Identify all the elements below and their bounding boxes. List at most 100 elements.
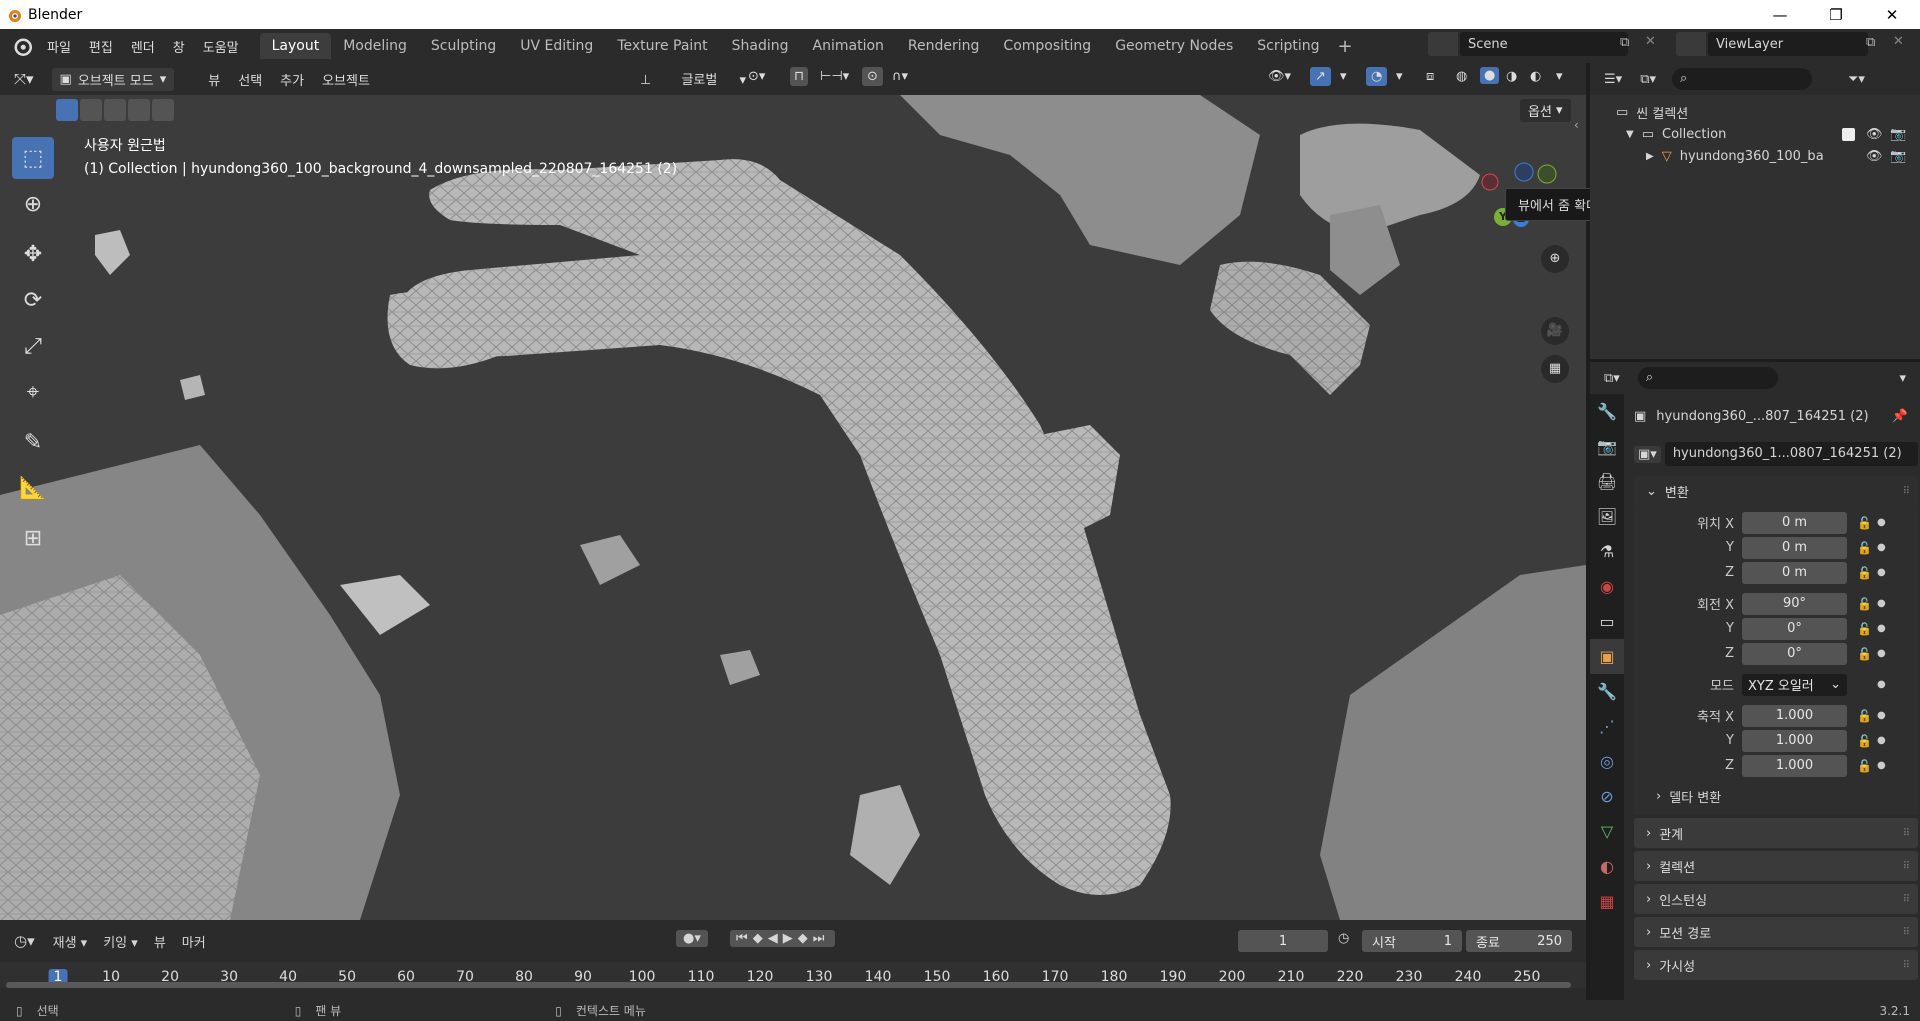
viewlayer-selector[interactable]: ViewLayer bbox=[1708, 32, 1868, 56]
editor-type-icon[interactable]: ⤧▾ bbox=[14, 70, 34, 88]
zoom-icon[interactable]: ⊕ bbox=[1541, 245, 1569, 273]
lock-icon[interactable]: 🔓 bbox=[1857, 516, 1877, 530]
object-tab-icon[interactable]: ▣ bbox=[1590, 639, 1624, 674]
properties-options-icon[interactable]: ▾ bbox=[1899, 371, 1906, 386]
shading-dropdown-icon[interactable]: ▾ bbox=[1556, 69, 1563, 84]
scale-z-field[interactable]: 1.000 bbox=[1742, 754, 1847, 777]
object-name-field[interactable]: hyundong360_1...0807_164251 (2) bbox=[1664, 442, 1918, 466]
scale-x-field[interactable]: 1.000 bbox=[1742, 704, 1847, 727]
lock-icon[interactable]: 🔓 bbox=[1857, 759, 1877, 773]
pivot-icon[interactable]: ⊙▾ bbox=[748, 69, 765, 84]
scene-selector[interactable]: Scene bbox=[1460, 32, 1628, 56]
constraints-tab-icon[interactable]: ⊘ bbox=[1590, 779, 1624, 814]
panel-header-3[interactable]: › 모션 경로 ⠿ bbox=[1634, 917, 1918, 947]
filter-icon[interactable]: ⏷▾ bbox=[1848, 72, 1865, 87]
keyframe-dot-icon[interactable]: ● bbox=[1877, 735, 1887, 746]
select-extend-icon[interactable] bbox=[80, 99, 102, 121]
render-tab-icon[interactable]: 📷 bbox=[1590, 429, 1624, 464]
shading-wireframe-icon[interactable]: ◍ bbox=[1456, 69, 1467, 84]
collection-label[interactable]: Collection bbox=[1662, 127, 1726, 142]
new-scene-icon[interactable]: ⧉ bbox=[1620, 35, 1629, 50]
start-frame-field[interactable]: 시작 1 bbox=[1362, 930, 1462, 952]
clock-icon[interactable]: ◷ bbox=[1338, 931, 1349, 946]
transform-tool-icon[interactable]: ⌖ bbox=[12, 371, 54, 413]
location-y-field[interactable]: 0 m bbox=[1742, 536, 1847, 559]
restore-button[interactable]: ❐ bbox=[1808, 0, 1864, 29]
object-render-icon[interactable]: 📷 bbox=[1890, 149, 1906, 164]
scene-collection-label[interactable]: 씬 컬렉션 bbox=[1636, 103, 1688, 122]
move-tool-icon[interactable]: ✥ bbox=[12, 233, 54, 275]
lock-icon[interactable]: 🔓 bbox=[1857, 622, 1877, 636]
menu-item-0[interactable]: 파일 bbox=[38, 37, 80, 56]
select-subtract-icon[interactable] bbox=[104, 99, 126, 121]
overlay-toggle-icon[interactable]: ◔ bbox=[1366, 67, 1388, 86]
camera-view-icon[interactable]: 🎥 bbox=[1541, 317, 1569, 345]
keyframe-dot-icon[interactable]: ● bbox=[1877, 710, 1887, 721]
add-cube-tool-icon[interactable]: ⊞ bbox=[12, 517, 54, 559]
scale-tool-icon[interactable]: ⤢ bbox=[12, 325, 54, 367]
gizmo-dropdown-icon[interactable]: ▾ bbox=[1340, 69, 1347, 84]
view-menu[interactable]: 뷰 bbox=[208, 70, 220, 89]
workspace-tab-geometry-nodes[interactable]: Geometry Nodes bbox=[1103, 33, 1245, 59]
modifier-tab-icon[interactable]: 🔧 bbox=[1590, 674, 1624, 709]
new-viewlayer-icon[interactable]: ⧉ bbox=[1866, 35, 1875, 50]
menu-item-4[interactable]: 도움말 bbox=[194, 37, 248, 56]
end-frame-field[interactable]: 종료 250 bbox=[1466, 930, 1572, 952]
workspace-tab-uv-editing[interactable]: UV Editing bbox=[508, 33, 605, 59]
panel-header-4[interactable]: › 가시성 ⠿ bbox=[1634, 950, 1918, 980]
physics-tab-icon[interactable]: ◎ bbox=[1590, 744, 1624, 779]
annotate-tool-icon[interactable]: ✎ bbox=[12, 421, 54, 463]
object-browse-icon[interactable]: ▣▾ bbox=[1634, 445, 1661, 463]
next-keyframe-icon[interactable]: ◆ bbox=[798, 931, 813, 946]
workspace-tab-modeling[interactable]: Modeling bbox=[331, 33, 419, 59]
visibility-icon[interactable]: 👁▾ bbox=[1268, 69, 1291, 84]
world-tab-icon[interactable]: ◉ bbox=[1590, 569, 1624, 604]
keyframe-dot-icon[interactable]: ● bbox=[1877, 623, 1887, 634]
menu-item-1[interactable]: 편집 bbox=[80, 37, 122, 56]
rotate-tool-icon[interactable]: ⟳ bbox=[12, 279, 54, 321]
workspace-tab-texture-paint[interactable]: Texture Paint bbox=[605, 33, 719, 59]
transform-panel-header[interactable]: ⌄ 변환 ⠿ bbox=[1634, 476, 1918, 506]
3d-viewport[interactable]: 사용자 원근법 (1) Collection | hyundong360_100… bbox=[0, 95, 1586, 920]
shading-solid-icon[interactable]: ● bbox=[1480, 67, 1500, 84]
playback-menu[interactable]: 재생 ▾ bbox=[53, 932, 88, 951]
timeline-editor-icon[interactable]: ◷▾ bbox=[14, 932, 35, 950]
menu-item-2[interactable]: 렌더 bbox=[122, 37, 164, 56]
scale-y-field[interactable]: 1.000 bbox=[1742, 729, 1847, 752]
play-reverse-icon[interactable]: ◀ bbox=[768, 931, 783, 946]
snap-target-icon[interactable]: ⊢⊣▾ bbox=[820, 69, 849, 84]
rotation-z-field[interactable]: 0° bbox=[1742, 642, 1847, 665]
measure-tool-icon[interactable]: 📐 bbox=[12, 467, 54, 509]
add-workspace-button[interactable]: + bbox=[1338, 36, 1353, 57]
menu-item-3[interactable]: 창 bbox=[164, 37, 194, 56]
keyframe-dot-icon[interactable]: ● bbox=[1877, 517, 1887, 528]
jump-start-icon[interactable]: ⏮ bbox=[736, 931, 753, 946]
tool-tab-icon[interactable]: 🔧 bbox=[1590, 394, 1624, 429]
collection-expand-icon[interactable]: ▼ bbox=[1626, 129, 1634, 140]
select-invert-icon[interactable] bbox=[128, 99, 150, 121]
cursor-tool-icon[interactable]: ⊕ bbox=[12, 183, 54, 225]
scene-selector-icon[interactable] bbox=[1428, 32, 1458, 56]
shading-material-icon[interactable]: ◑ bbox=[1506, 69, 1517, 84]
lock-icon[interactable]: 🔓 bbox=[1857, 709, 1877, 723]
options-dropdown[interactable]: 옵션 ▾ bbox=[1520, 99, 1571, 122]
properties-search[interactable]: ⌕ bbox=[1637, 367, 1778, 389]
mode-dropdown[interactable]: ▣ 오브젝트 모드 ▾ bbox=[51, 67, 175, 91]
keyframe-dot-icon[interactable]: ● bbox=[1877, 567, 1887, 578]
timeline-scrollbar[interactable] bbox=[6, 982, 1571, 988]
prev-keyframe-icon[interactable]: ◆ bbox=[753, 931, 768, 946]
lock-icon[interactable]: 🔓 bbox=[1857, 597, 1877, 611]
location-z-field[interactable]: 0 m bbox=[1742, 561, 1847, 584]
lock-icon[interactable]: 🔓 bbox=[1857, 647, 1877, 661]
output-tab-icon[interactable]: 🖨 bbox=[1590, 464, 1624, 499]
marker-menu[interactable]: 마커 bbox=[182, 932, 206, 951]
shading-rendered-icon[interactable]: ◐ bbox=[1530, 69, 1541, 84]
delete-viewlayer-icon[interactable]: ✕ bbox=[1893, 34, 1904, 49]
workspace-tab-animation[interactable]: Animation bbox=[801, 33, 896, 59]
keyframe-dot-icon[interactable]: ● bbox=[1877, 648, 1887, 659]
workspace-tab-shading[interactable]: Shading bbox=[720, 33, 801, 59]
sidebar-toggle-icon[interactable]: ‹ bbox=[1574, 118, 1579, 132]
rotation-x-field[interactable]: 90° bbox=[1742, 592, 1847, 615]
particles-tab-icon[interactable]: ⋰ bbox=[1590, 709, 1624, 744]
xray-icon[interactable]: ⧈ bbox=[1426, 69, 1434, 84]
